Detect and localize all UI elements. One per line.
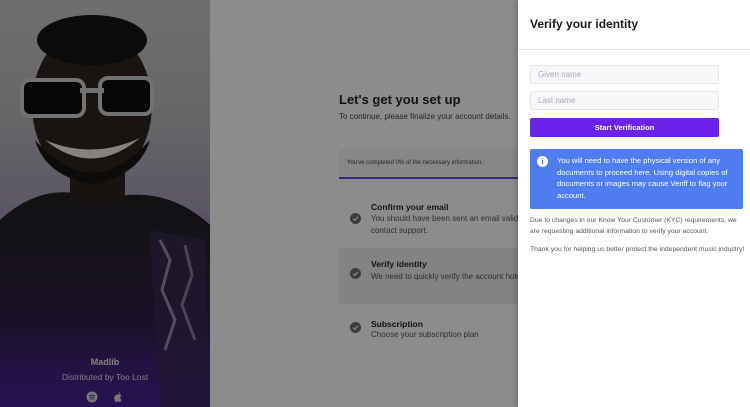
modal-backdrop[interactable] <box>0 0 518 407</box>
verify-identity-drawer: Verify your identity Start Verification … <box>518 0 750 407</box>
drawer-header: Verify your identity <box>518 0 750 50</box>
given-name-input[interactable] <box>530 65 719 84</box>
drawer-title: Verify your identity <box>530 17 639 31</box>
info-alert: i You will need to have the physical ver… <box>530 149 743 209</box>
info-icon: i <box>537 156 548 167</box>
start-verification-button[interactable]: Start Verification <box>530 118 719 137</box>
kyc-note: Due to changes in our Know Your Customer… <box>530 217 737 235</box>
last-name-input[interactable] <box>530 91 719 110</box>
thanks-note: Thank you for helping us better protect … <box>530 246 745 253</box>
info-alert-text: You will need to have the physical versi… <box>557 156 728 200</box>
